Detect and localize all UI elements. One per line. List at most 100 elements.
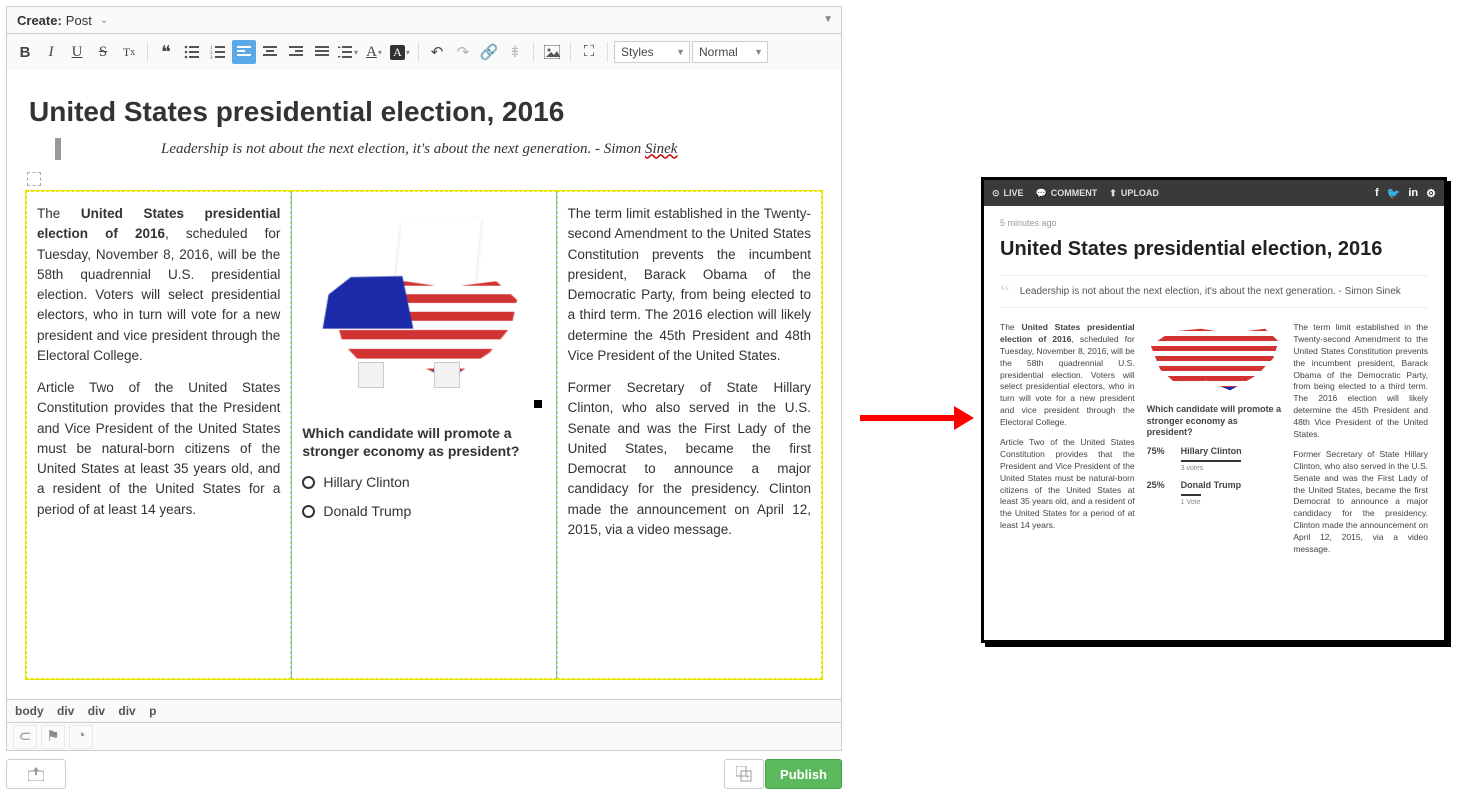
flag-icon[interactable]: ⚑ bbox=[41, 725, 65, 749]
italic-button[interactable]: I bbox=[39, 40, 63, 64]
chevron-down-icon: ⌄ bbox=[100, 15, 108, 26]
pv-col-left: The United States presidential election … bbox=[1000, 322, 1135, 564]
gear-icon[interactable]: ⚙ bbox=[1426, 187, 1436, 200]
element-path[interactable]: body div div div p bbox=[6, 700, 842, 723]
redo-button[interactable]: ↷ bbox=[451, 40, 475, 64]
resize-handle-icon[interactable] bbox=[534, 400, 542, 408]
ballot-paper bbox=[394, 217, 481, 293]
path-item[interactable]: body bbox=[15, 704, 44, 718]
ballot-image[interactable] bbox=[314, 220, 534, 400]
separator bbox=[533, 42, 534, 62]
separator bbox=[607, 42, 608, 62]
align-center-button[interactable] bbox=[258, 40, 282, 64]
para[interactable]: The term limit established in the Twenty… bbox=[568, 204, 811, 366]
link-button[interactable]: 🔗 bbox=[477, 40, 501, 64]
text-color-button[interactable]: A▾ bbox=[362, 40, 386, 64]
line-height-button[interactable]: ▾ bbox=[336, 40, 360, 64]
align-right-button[interactable] bbox=[284, 40, 308, 64]
blockquote-button[interactable]: ❝ bbox=[154, 40, 178, 64]
dollar-icon: ⊙ bbox=[992, 188, 1000, 199]
vote-bar bbox=[1181, 494, 1201, 496]
undo-button[interactable]: ↶ bbox=[425, 40, 449, 64]
upload-button[interactable]: ⬆UPLOAD bbox=[1109, 188, 1159, 199]
format-toolbar: B I U S Tx ❝ 123 ▾ A▾ A▾ ↶ ↷ bbox=[6, 34, 842, 70]
poll-question[interactable]: Which candidate will promote a stronger … bbox=[302, 424, 545, 460]
collapse-icon[interactable]: ▼ bbox=[823, 14, 833, 25]
usa-flag-canton bbox=[323, 273, 414, 329]
editor-pane: Create: Post ⌄ ▼ B I U S Tx ❝ 123 bbox=[6, 6, 842, 793]
bottom-status-toolbar: ⊂ ⚑ ◔ bbox=[6, 723, 842, 751]
unlink-button[interactable]: ⹋ bbox=[503, 40, 527, 64]
bold-button[interactable]: B bbox=[13, 40, 37, 64]
editor-content[interactable]: United States presidential election, 201… bbox=[6, 70, 842, 700]
path-item[interactable]: p bbox=[149, 704, 156, 718]
styles-select[interactable]: Styles▼ bbox=[614, 41, 690, 63]
preview-pane: ⊙LIVE 💬COMMENT ⬆UPLOAD f 🐦 in ⚙ 5 minute… bbox=[984, 180, 1444, 640]
svg-text:+: + bbox=[745, 772, 750, 781]
create-dropdown[interactable]: Create: Post ⌄ ▼ bbox=[6, 6, 842, 34]
radio-icon[interactable] bbox=[302, 505, 315, 518]
vote-count: 1 Vote bbox=[1181, 498, 1282, 508]
paragraph-select[interactable]: Normal▼ bbox=[692, 41, 768, 63]
image-button[interactable] bbox=[540, 40, 564, 64]
tag-icon[interactable]: ⊂ bbox=[13, 725, 37, 749]
ballot-slot bbox=[434, 362, 460, 388]
column-middle[interactable]: Which candidate will promote a stronger … bbox=[291, 191, 556, 679]
comment-button[interactable]: 💬COMMENT bbox=[1036, 188, 1098, 199]
column-right[interactable]: The term limit established in the Twenty… bbox=[557, 191, 822, 679]
quote-text[interactable]: Leadership is not about the next electio… bbox=[161, 141, 677, 158]
strike-button[interactable]: S bbox=[91, 40, 115, 64]
block-quote[interactable]: Leadership is not about the next electio… bbox=[55, 138, 823, 160]
bg-color-button[interactable]: A▾ bbox=[388, 40, 412, 64]
para[interactable]: The United States presidential election … bbox=[37, 204, 280, 366]
preview-body: 5 minutes ago United States presidential… bbox=[984, 206, 1444, 576]
separator bbox=[147, 42, 148, 62]
bulleted-list-button[interactable] bbox=[180, 40, 204, 64]
preview-topbar: ⊙LIVE 💬COMMENT ⬆UPLOAD f 🐦 in ⚙ bbox=[984, 180, 1444, 206]
preview-vote-row: 25%Donald Trump bbox=[1147, 479, 1282, 492]
path-item[interactable]: div bbox=[118, 704, 135, 718]
align-justify-button[interactable] bbox=[310, 40, 334, 64]
radio-icon[interactable] bbox=[302, 476, 315, 489]
preview-poll-q: Which candidate will promote a stronger … bbox=[1147, 404, 1282, 439]
poll-option[interactable]: Donald Trump bbox=[302, 497, 545, 526]
clear-format-button[interactable]: Tx bbox=[117, 40, 141, 64]
upload-icon: ⬆ bbox=[1109, 188, 1117, 199]
separator bbox=[570, 42, 571, 62]
facebook-icon[interactable]: f bbox=[1375, 187, 1379, 200]
create-label: Create: bbox=[17, 13, 62, 28]
ballot-slot bbox=[358, 362, 384, 388]
preview-vote-row: 75%Hillary Clinton bbox=[1147, 445, 1282, 458]
para[interactable]: Former Secretary of State Hillary Clinto… bbox=[568, 378, 811, 540]
publish-button[interactable]: Publish bbox=[765, 759, 842, 789]
doc-title[interactable]: United States presidential election, 201… bbox=[29, 96, 823, 128]
copy-button[interactable]: + bbox=[724, 759, 764, 789]
preview-title: United States presidential election, 201… bbox=[1000, 238, 1428, 261]
numbered-list-button[interactable]: 123 bbox=[206, 40, 230, 64]
fullscreen-button[interactable]: ⛶ bbox=[577, 40, 601, 64]
quote-icon: “ bbox=[1000, 286, 1010, 297]
clock-icon[interactable]: ◔ bbox=[69, 725, 93, 749]
three-column-layout: The United States presidential election … bbox=[25, 190, 823, 680]
layout-anchor-icon[interactable] bbox=[27, 172, 41, 186]
preview-quote: “ Leadership is not about the next elect… bbox=[1000, 275, 1428, 308]
pv-col-right: The term limit established in the Twenty… bbox=[1293, 322, 1428, 564]
preview-timestamp: 5 minutes ago bbox=[1000, 214, 1428, 238]
vote-count: 3 votes bbox=[1181, 464, 1282, 474]
path-item[interactable]: div bbox=[57, 704, 74, 718]
underline-button[interactable]: U bbox=[65, 40, 89, 64]
svg-text:3: 3 bbox=[210, 56, 213, 59]
vote-bar bbox=[1181, 460, 1241, 462]
arrow-annotation bbox=[860, 415, 956, 421]
para[interactable]: Article Two of the United States Constit… bbox=[37, 378, 280, 520]
align-left-button[interactable] bbox=[232, 40, 256, 64]
live-button[interactable]: ⊙LIVE bbox=[992, 188, 1024, 199]
comment-icon: 💬 bbox=[1036, 188, 1047, 199]
path-item[interactable]: div bbox=[88, 704, 105, 718]
upload-button[interactable] bbox=[6, 759, 66, 789]
preview-columns: The United States presidential election … bbox=[1000, 322, 1428, 564]
column-left[interactable]: The United States presidential election … bbox=[26, 191, 291, 679]
linkedin-icon[interactable]: in bbox=[1408, 187, 1418, 200]
poll-option[interactable]: Hillary Clinton bbox=[302, 468, 545, 497]
twitter-icon[interactable]: 🐦 bbox=[1387, 187, 1401, 200]
